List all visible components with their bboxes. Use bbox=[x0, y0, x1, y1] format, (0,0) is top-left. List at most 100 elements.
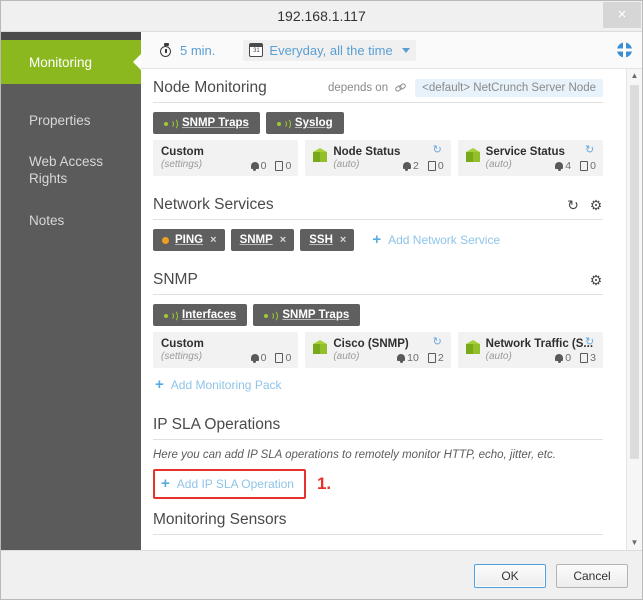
tag-label: SSH bbox=[309, 234, 333, 246]
toolbar: 5 min. 31 Everyday, all the time bbox=[141, 32, 642, 69]
cancel-button[interactable]: Cancel bbox=[556, 563, 628, 588]
card-title: Network Traffic (S... bbox=[485, 338, 594, 350]
schedule-dropdown[interactable]: 31 Everyday, all the time bbox=[243, 39, 416, 61]
refresh-icon[interactable]: ↻ bbox=[566, 198, 580, 212]
monitoring-interval-button[interactable]: 5 min. bbox=[153, 40, 221, 61]
refresh-icon[interactable]: ↻ bbox=[585, 337, 596, 348]
sidebar-item-properties[interactable]: Properties bbox=[1, 98, 141, 142]
section-actions: ↻ ⚙ bbox=[566, 198, 603, 212]
depends-on-label: depends on bbox=[327, 82, 389, 94]
card-network-traffic[interactable]: Network Traffic (S... (auto) ↻ 0 3 bbox=[457, 332, 603, 368]
depends-on-value[interactable]: <default> NetCrunch Server Node bbox=[415, 79, 603, 97]
sidebar-top-strip bbox=[1, 32, 141, 40]
add-network-service-button[interactable]: + Add Network Service bbox=[370, 229, 502, 251]
schedule-label: Everyday, all the time bbox=[269, 42, 393, 58]
remove-icon[interactable]: × bbox=[340, 234, 346, 246]
sidebar-item-label: Web Access Rights bbox=[29, 154, 104, 186]
node-monitoring-cards: Custom (settings) 0 0 Node Status (auto)… bbox=[153, 140, 603, 176]
card-custom[interactable]: Custom (settings) 0 0 bbox=[153, 140, 299, 176]
settings-content: Node Monitoring depends on <default> Net… bbox=[141, 69, 615, 544]
gear-icon[interactable]: ⚙ bbox=[589, 273, 603, 287]
globe-icon[interactable] bbox=[617, 42, 632, 58]
stopwatch-icon bbox=[159, 42, 174, 58]
network-service-tags: PING × SNMP × SSH × + Add Network Servic… bbox=[153, 229, 603, 251]
pill-interfaces[interactable]: Interfaces bbox=[153, 304, 248, 326]
section-header: SNMP ⚙ bbox=[153, 271, 603, 295]
sidebar-item-monitoring[interactable]: Monitoring bbox=[1, 40, 142, 84]
report-count-value: 0 bbox=[285, 160, 292, 172]
chevron-down-icon bbox=[401, 47, 410, 53]
remove-icon[interactable]: × bbox=[280, 234, 286, 246]
alert-count: 0 bbox=[250, 352, 266, 364]
sidebar-item-web-access-rights[interactable]: Web Access Rights bbox=[1, 142, 141, 198]
vertical-scrollbar[interactable]: ▲ ▼ bbox=[626, 69, 642, 550]
package-cube-icon bbox=[313, 148, 328, 162]
refresh-icon[interactable]: ↻ bbox=[433, 145, 444, 156]
node-monitoring-pills: SNMP Traps Syslog bbox=[153, 112, 603, 134]
signal-wave-icon bbox=[264, 309, 279, 322]
section-header: Node Monitoring depends on <default> Net… bbox=[153, 79, 603, 103]
close-icon[interactable]: × bbox=[603, 2, 641, 28]
refresh-icon[interactable]: ↻ bbox=[433, 337, 444, 348]
section-ip-sla-operations: IP SLA Operations Here you can add IP SL… bbox=[141, 416, 615, 499]
bell-icon bbox=[397, 353, 406, 363]
alert-count-value: 2 bbox=[412, 160, 419, 172]
pill-label: SNMP Traps bbox=[282, 309, 350, 321]
section-network-services: Network Services ↻ ⚙ PING × SNMP × SSH ×… bbox=[141, 196, 615, 251]
calendar-day: 31 bbox=[253, 48, 260, 54]
signal-wave-icon bbox=[276, 117, 291, 130]
section-header: Monitoring Sensors bbox=[153, 511, 603, 535]
ok-button[interactable]: OK bbox=[474, 563, 546, 588]
sidebar: Monitoring Properties Web Access Rights … bbox=[1, 32, 142, 550]
status-dot-icon bbox=[162, 236, 169, 244]
plus-icon: + bbox=[161, 475, 170, 492]
alert-count: 2 bbox=[402, 160, 419, 172]
section-snmp: SNMP ⚙ Interfaces SNMP Traps Custom (set… bbox=[141, 271, 615, 396]
sidebar-item-notes[interactable]: Notes bbox=[1, 198, 141, 242]
card-service-status[interactable]: Service Status (auto) ↻ 4 0 bbox=[457, 140, 603, 176]
section-actions: ⚙ bbox=[589, 273, 603, 287]
alert-count: 0 bbox=[250, 160, 267, 172]
remove-icon[interactable]: × bbox=[210, 234, 216, 246]
titlebar: 192.168.1.117 × bbox=[1, 1, 642, 32]
tag-ping[interactable]: PING × bbox=[153, 229, 225, 251]
plus-icon: + bbox=[155, 376, 164, 393]
section-title: SNMP bbox=[153, 271, 198, 288]
gear-icon[interactable]: ⚙ bbox=[589, 198, 603, 212]
signal-wave-icon bbox=[164, 309, 178, 322]
settings-scroll-area: Node Monitoring depends on <default> Net… bbox=[141, 69, 642, 550]
dialog-footer: OK Cancel bbox=[1, 550, 642, 599]
pill-snmp-traps[interactable]: SNMP Traps bbox=[253, 304, 361, 326]
pill-snmp-traps[interactable]: SNMP Traps bbox=[153, 112, 260, 134]
alert-count: 4 bbox=[555, 160, 571, 172]
scroll-up-icon[interactable]: ▲ bbox=[627, 69, 642, 83]
step-annotation: 1. bbox=[316, 474, 332, 493]
report-count: 0 bbox=[580, 160, 596, 172]
alert-count-value: 0 bbox=[260, 160, 267, 172]
snmp-pills: Interfaces SNMP Traps bbox=[153, 304, 603, 326]
add-ip-sla-operation-button[interactable]: + Add IP SLA Operation bbox=[159, 473, 296, 495]
section-header: Network Services ↻ ⚙ bbox=[153, 196, 603, 220]
refresh-icon[interactable]: ↻ bbox=[585, 145, 596, 156]
pill-syslog[interactable]: Syslog bbox=[265, 112, 344, 134]
highlight-box: + Add IP SLA Operation bbox=[153, 469, 306, 499]
card-custom[interactable]: Custom (settings) 0 0 bbox=[153, 332, 299, 368]
document-icon bbox=[580, 353, 589, 363]
section-node-monitoring: Node Monitoring depends on <default> Net… bbox=[141, 79, 615, 176]
section-header: IP SLA Operations bbox=[153, 416, 603, 440]
report-count: 0 bbox=[427, 160, 444, 172]
tag-ssh[interactable]: SSH × bbox=[300, 229, 355, 251]
section-title: Node Monitoring bbox=[153, 79, 267, 96]
tag-snmp[interactable]: SNMP × bbox=[230, 229, 295, 251]
card-cisco-snmp[interactable]: Cisco (SNMP) (auto) ↻ 10 2 bbox=[305, 332, 451, 368]
pill-label: SNMP Traps bbox=[182, 117, 249, 129]
card-node-status[interactable]: Node Status (auto) ↻ 2 0 bbox=[305, 140, 451, 176]
bell-icon bbox=[555, 353, 564, 363]
plus-icon: + bbox=[372, 231, 382, 248]
bell-icon bbox=[250, 161, 259, 171]
scrollbar-thumb[interactable] bbox=[630, 85, 639, 459]
package-cube-icon bbox=[465, 340, 480, 354]
sidebar-item-label: Notes bbox=[29, 212, 65, 228]
add-monitoring-pack-button[interactable]: + Add Monitoring Pack bbox=[153, 374, 284, 396]
scroll-down-icon[interactable]: ▼ bbox=[627, 536, 642, 550]
